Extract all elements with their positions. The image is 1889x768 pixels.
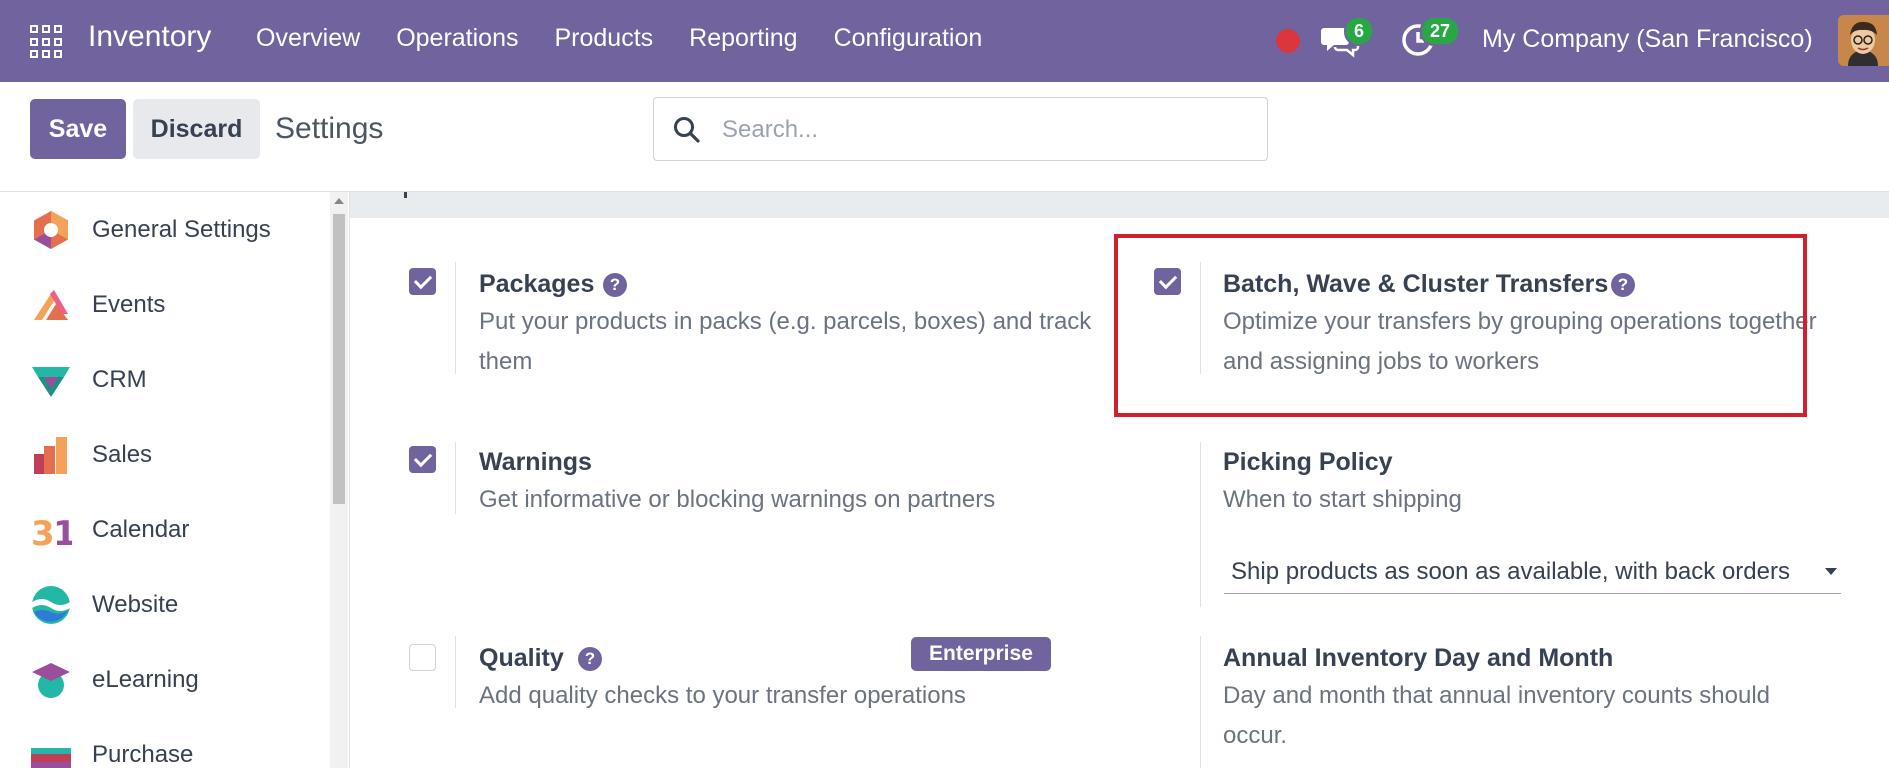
annual-inventory-title: Annual Inventory Day and Month (1223, 644, 1614, 672)
section-header-strip (350, 192, 1889, 218)
sidebar-item-sales[interactable]: Sales (0, 417, 330, 492)
svg-text:3: 3 (31, 514, 55, 551)
picking-policy-title: Picking Policy (1223, 448, 1393, 476)
calendar-icon: 3 1 (31, 514, 72, 551)
general-settings-icon (34, 210, 68, 249)
apps-menu-icon[interactable] (30, 25, 64, 59)
batch-transfers-checkbox[interactable] (1154, 268, 1181, 295)
search-icon (674, 117, 700, 143)
messages-count-badge: 6 (1344, 16, 1375, 46)
divider (455, 442, 456, 514)
sidebar-item-general-settings[interactable]: General Settings (0, 192, 330, 267)
divider (1200, 262, 1201, 374)
divider (1200, 442, 1201, 607)
quality-title: Quality (479, 644, 564, 672)
sidebar-item-calendar[interactable]: 3 1 Calendar (0, 492, 330, 567)
activities-count-badge: 27 (1420, 16, 1461, 46)
menu-overview[interactable]: Overview (256, 24, 360, 53)
sidebar-item-events[interactable]: Events (0, 267, 330, 342)
events-icon (34, 289, 68, 320)
main-menu: Overview Operations Products Reporting C… (256, 24, 982, 53)
scroll-up-arrow-icon[interactable] (334, 198, 344, 204)
top-navbar: Inventory Overview Operations Products R… (0, 0, 1889, 82)
divider (455, 262, 456, 374)
sidebar-item-crm[interactable]: CRM (0, 342, 330, 417)
app-brand[interactable]: Inventory (88, 20, 211, 54)
sales-icon (34, 436, 67, 474)
settings-sidebar: General Settings Events CRM Sales 3 1 Ca… (0, 192, 350, 768)
menu-reporting[interactable]: Reporting (689, 24, 797, 53)
quality-help-icon[interactable]: ? (578, 647, 602, 671)
sidebar-item-elearning[interactable]: eLearning (0, 642, 330, 717)
quality-description: Add quality checks to your transfer oper… (479, 682, 966, 709)
packages-help-icon[interactable]: ? (603, 273, 627, 297)
scrollbar-thumb[interactable] (333, 214, 345, 504)
packages-description: Put your products in packs (e.g. parcels… (479, 308, 1092, 375)
picking-policy-description: When to start shipping (1223, 486, 1462, 513)
picking-policy-selected-value: Ship products as soon as available, with… (1231, 558, 1790, 585)
sidebar-scrollbar[interactable] (330, 192, 348, 768)
annual-inventory-description: Day and month that annual inventory coun… (1223, 682, 1771, 749)
crm-icon (32, 366, 70, 397)
menu-operations[interactable]: Operations (396, 24, 518, 53)
menu-products[interactable]: Products (554, 24, 653, 53)
divider (1200, 636, 1201, 768)
menu-configuration[interactable]: Configuration (834, 24, 983, 53)
svg-text:1: 1 (53, 514, 72, 551)
warnings-checkbox[interactable] (409, 446, 436, 473)
packages-checkbox[interactable] (409, 268, 436, 295)
sidebar-item-purchase[interactable]: Purchase (0, 717, 330, 768)
company-switcher[interactable]: My Company (San Francisco) (1482, 25, 1813, 54)
section-header-mark (404, 192, 407, 198)
elearning-icon (32, 662, 70, 698)
batch-transfers-title: Batch, Wave & Cluster Transfers (1223, 270, 1609, 298)
save-button[interactable]: Save (30, 99, 126, 159)
search-input[interactable] (722, 112, 1242, 148)
discard-button[interactable]: Discard (133, 99, 260, 159)
batch-transfers-help-icon[interactable]: ? (1611, 273, 1635, 297)
sidebar-item-website[interactable]: Website (0, 567, 330, 642)
user-avatar[interactable] (1838, 15, 1889, 66)
warnings-description: Get informative or blocking warnings on … (479, 486, 996, 513)
divider (455, 636, 456, 708)
enterprise-badge[interactable]: Enterprise (911, 637, 1051, 671)
search-box[interactable] (653, 97, 1268, 161)
control-panel: Save Discard Settings (0, 82, 1889, 192)
batch-transfers-description: Optimize your transfers by grouping oper… (1223, 308, 1817, 375)
settings-content: Packages ? Put your products in packs (e… (350, 192, 1889, 768)
quality-checkbox[interactable] (409, 644, 436, 671)
warnings-title: Warnings (479, 448, 592, 476)
purchase-icon (31, 747, 71, 768)
page-title: Settings (275, 112, 384, 145)
picking-policy-select[interactable]: Ship products as soon as available, with… (1224, 554, 1841, 594)
packages-title: Packages (479, 270, 595, 298)
chevron-down-icon[interactable] (1825, 568, 1837, 575)
website-icon (32, 585, 70, 624)
recording-indicator-icon[interactable] (1276, 29, 1300, 53)
